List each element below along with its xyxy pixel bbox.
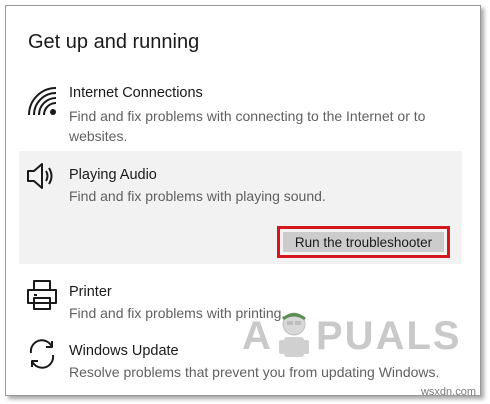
item-description: Resolve problems that prevent you from u… — [69, 364, 440, 380]
item-title: Printer — [69, 284, 112, 300]
wifi-icon — [25, 84, 59, 118]
troubleshooter-item-printer[interactable]: Printer Find and fix problems with print… — [19, 277, 462, 321]
run-troubleshooter-button[interactable]: Run the troubleshooter — [283, 232, 444, 252]
troubleshooter-item-playing-audio[interactable]: Playing Audio Find and fix problems with… — [19, 151, 462, 264]
item-description: Find and fix problems with connecting to… — [69, 108, 426, 144]
item-title: Playing Audio — [69, 167, 157, 183]
item-title: Windows Update — [69, 343, 179, 359]
troubleshoot-panel: Get up and running Internet Connections … — [5, 5, 481, 396]
section-heading: Get up and running — [28, 31, 200, 53]
site-label: wsxdn.com — [420, 386, 476, 398]
troubleshooter-item-internet-connections[interactable]: Internet Connections Find and fix proble… — [19, 80, 462, 144]
item-description: Find and fix problems with playing sound… — [69, 188, 326, 204]
item-title: Internet Connections — [69, 85, 203, 101]
highlight-box: Run the troubleshooter — [277, 226, 450, 258]
item-description: Find and fix problems with printing. — [69, 305, 286, 321]
sync-icon — [25, 337, 59, 371]
troubleshooter-item-windows-update[interactable]: Windows Update Resolve problems that pre… — [19, 335, 462, 381]
printer-icon — [25, 278, 59, 312]
speaker-icon — [25, 159, 59, 193]
